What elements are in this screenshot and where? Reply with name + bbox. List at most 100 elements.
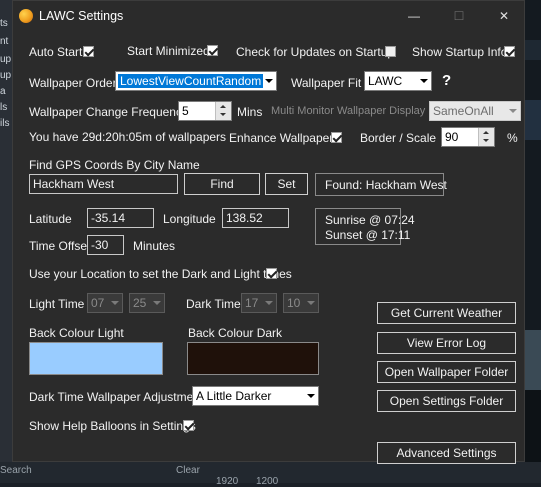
- back-colour-light-swatch[interactable]: [29, 342, 163, 375]
- time-offset-label: Time Offset: [29, 239, 91, 253]
- chevron-down-icon: [505, 102, 520, 120]
- light-hour-value: 07: [91, 296, 105, 310]
- background-left-panel: ts nt up up a ls ils: [0, 0, 12, 483]
- background-text: up: [0, 54, 12, 65]
- multi-monitor-label: Multi Monitor Wallpaper Display: [271, 105, 426, 117]
- back-colour-dark-label: Back Colour Dark: [188, 326, 283, 340]
- set-button[interactable]: Set: [265, 173, 308, 195]
- minimize-button[interactable]: —: [392, 1, 436, 31]
- back-colour-light-label: Back Colour Light: [29, 326, 124, 340]
- enhance-wallpaper-label: Enhance Wallpaper: [229, 131, 334, 145]
- wallpaper-order-label: Wallpaper Order: [29, 76, 117, 90]
- settings-window: LAWC Settings — ☐ ✕ Auto Start Start Min…: [12, 0, 525, 464]
- wallpaper-remaining-text: You have 29d:20h:05m of wallpapers: [29, 130, 227, 144]
- found-location-text: Found: Hackham West: [325, 178, 447, 192]
- help-balloons-label: Show Help Balloons in Settings: [29, 419, 196, 433]
- longitude-label: Longitude: [163, 212, 216, 226]
- background-text: ils: [0, 118, 10, 129]
- light-minute-value: 25: [133, 296, 147, 310]
- open-settings-folder-button[interactable]: Open Settings Folder: [377, 390, 516, 412]
- auto-start-checkbox[interactable]: [83, 46, 94, 57]
- enhance-wallpaper-checkbox[interactable]: [331, 132, 342, 143]
- background-text: Search: [0, 465, 32, 476]
- border-scale-stepper[interactable]: 90: [441, 127, 495, 147]
- sunrise-text: Sunrise @ 07:24: [325, 213, 415, 227]
- background-text: up: [0, 70, 12, 81]
- background-text: nt: [0, 36, 9, 47]
- help-icon[interactable]: ?: [442, 72, 451, 89]
- dark-adjust-value: A Little Darker: [196, 389, 272, 403]
- longitude-input[interactable]: 138.52: [222, 208, 289, 228]
- spinner-arrows-icon[interactable]: [478, 128, 494, 146]
- dark-time-label: Dark Time: [186, 297, 241, 311]
- close-button[interactable]: ✕: [482, 1, 526, 31]
- chevron-down-icon: [303, 387, 318, 405]
- longitude-value: 138.52: [226, 211, 263, 225]
- find-button[interactable]: Find: [184, 173, 260, 195]
- latitude-input[interactable]: -35.14: [87, 208, 154, 228]
- get-current-weather-button[interactable]: Get Current Weather: [377, 302, 516, 324]
- find-gps-label: Find GPS Coords By City Name: [29, 158, 200, 172]
- dark-adjust-label: Dark Time Wallpaper Adjustment: [29, 390, 204, 404]
- latitude-label: Latitude: [29, 212, 72, 226]
- background-text: 1920: [216, 476, 239, 487]
- latitude-value: -35.14: [91, 211, 126, 225]
- background-text: a: [0, 86, 6, 97]
- multi-monitor-select: SameOnAll: [429, 101, 521, 121]
- dark-minute-value: 10: [287, 296, 301, 310]
- border-scale-label: Border / Scale: [360, 131, 437, 145]
- app-logo-icon: [19, 9, 33, 23]
- chevron-down-icon: [416, 72, 431, 90]
- check-updates-checkbox[interactable]: [385, 46, 396, 57]
- sunset-text: Sunset @ 17:11: [325, 228, 411, 242]
- background-text: Clear: [176, 465, 200, 476]
- wallpaper-fit-label: Wallpaper Fit: [291, 76, 362, 90]
- dark-adjust-select[interactable]: A Little Darker: [192, 386, 319, 406]
- multi-monitor-value: SameOnAll: [433, 104, 494, 118]
- dark-hour-select: 17: [241, 293, 277, 313]
- background-text: ls: [0, 102, 8, 113]
- background-bottom-bar: Search Clear 1920 1200: [0, 462, 541, 487]
- start-minimized-checkbox[interactable]: [207, 45, 218, 56]
- use-location-checkbox[interactable]: [266, 268, 277, 279]
- wallpaper-fit-select[interactable]: LAWC: [364, 71, 432, 91]
- change-frequency-stepper[interactable]: 5: [178, 101, 232, 121]
- percent-label: %: [507, 131, 518, 145]
- wallpaper-order-value: LowestViewCountRandom: [118, 74, 264, 88]
- time-offset-value: -30: [91, 238, 109, 252]
- advanced-settings-button[interactable]: Advanced Settings: [377, 442, 516, 464]
- maximize-button: ☐: [453, 9, 465, 23]
- chevron-down-icon: [261, 294, 276, 312]
- background-text: 1200: [256, 476, 279, 487]
- light-hour-select: 07: [87, 293, 123, 313]
- change-frequency-value: 5: [182, 104, 189, 118]
- help-balloons-checkbox[interactable]: [183, 420, 194, 431]
- background-right-panel: [525, 0, 541, 483]
- auto-start-label: Auto Start: [29, 45, 83, 59]
- minutes-label: Minutes: [133, 239, 176, 253]
- wallpaper-fit-value: LAWC: [368, 74, 403, 88]
- wallpaper-order-select[interactable]: LowestViewCountRandom: [115, 71, 277, 91]
- time-offset-input[interactable]: -30: [87, 235, 124, 255]
- back-colour-dark-swatch[interactable]: [187, 342, 319, 375]
- found-location-box: Found: Hackham West: [315, 173, 447, 196]
- chevron-down-icon: [107, 294, 122, 312]
- light-time-label: Light Time: [29, 297, 85, 311]
- show-startup-info-checkbox[interactable]: [504, 46, 515, 57]
- start-minimized-label: Start Minimized: [127, 44, 210, 58]
- spinner-arrows-icon[interactable]: [215, 102, 231, 120]
- window-title: LAWC Settings: [39, 9, 124, 23]
- chevron-down-icon: [303, 294, 318, 312]
- dark-hour-value: 17: [245, 296, 259, 310]
- change-frequency-label: Wallpaper Change Frequency: [29, 105, 188, 119]
- chevron-down-icon: [261, 72, 276, 90]
- view-error-log-button[interactable]: View Error Log: [377, 332, 516, 354]
- title-bar[interactable]: LAWC Settings — ☐ ✕: [13, 1, 524, 32]
- check-updates-label: Check for Updates on Startup: [236, 45, 395, 59]
- chevron-down-icon: [149, 294, 164, 312]
- use-location-label: Use your Location to set the Dark and Li…: [29, 267, 292, 281]
- open-wallpaper-folder-button[interactable]: Open Wallpaper Folder: [377, 361, 516, 383]
- light-minute-select: 25: [129, 293, 165, 313]
- city-input[interactable]: Hackham West: [29, 174, 178, 194]
- sun-times-box: Sunrise @ 07:24 Sunset @ 17:11: [315, 208, 415, 245]
